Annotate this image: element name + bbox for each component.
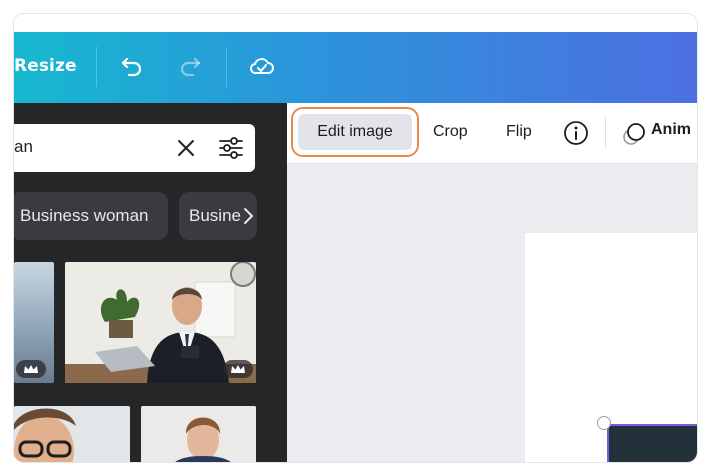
- suggestion-chip[interactable]: Busine: [179, 192, 257, 240]
- stock-photo[interactable]: [65, 262, 256, 383]
- header-divider: [96, 47, 97, 87]
- cloud-saved-icon: [249, 58, 274, 74]
- premium-badge: [16, 360, 46, 378]
- toolbar-divider: [605, 117, 606, 149]
- flip-button[interactable]: Flip: [506, 121, 532, 143]
- close-icon[interactable]: [176, 138, 196, 158]
- redo-button[interactable]: [174, 50, 206, 82]
- context-toolbar: Edit image Crop Flip Anim: [287, 103, 697, 164]
- man-glasses-photo: [14, 406, 130, 462]
- chevron-right-icon[interactable]: [241, 206, 257, 226]
- resize-button[interactable]: Resize: [14, 55, 77, 77]
- selected-image-element[interactable]: [607, 424, 697, 462]
- chip-label: Business woman: [20, 206, 149, 225]
- side-panel: an Business woman Busine: [14, 103, 287, 462]
- stock-photo[interactable]: [14, 406, 130, 462]
- redo-icon: [180, 57, 201, 77]
- undo-icon: [121, 57, 142, 77]
- animate-button[interactable]: Anim: [621, 117, 697, 149]
- stock-photo[interactable]: [14, 262, 54, 383]
- animate-label: Anim: [651, 121, 691, 138]
- info-icon[interactable]: [563, 120, 589, 146]
- header-divider: [226, 47, 227, 87]
- chip-label: Busine: [189, 206, 241, 225]
- app-window: Resize an Business woman Busine Edit ima…: [14, 14, 697, 462]
- edit-image-highlight: Edit image: [291, 107, 419, 157]
- crop-button[interactable]: Crop: [433, 121, 468, 143]
- save-status-button[interactable]: [246, 50, 278, 82]
- young-man-photo: [141, 406, 256, 462]
- premium-badge: [223, 360, 253, 378]
- design-canvas[interactable]: [287, 164, 697, 462]
- animate-icon: [623, 123, 645, 145]
- search-query: an: [14, 137, 33, 156]
- filter-sliders-icon[interactable]: [218, 136, 244, 160]
- undo-button[interactable]: [116, 50, 148, 82]
- stock-photo[interactable]: [141, 406, 256, 462]
- resize-handle[interactable]: [597, 416, 611, 430]
- search-input[interactable]: an: [14, 124, 255, 172]
- edit-image-button[interactable]: Edit image: [298, 114, 412, 150]
- crown-icon: [231, 364, 245, 373]
- edit-image-label: Edit image: [317, 123, 393, 140]
- crown-icon: [24, 364, 38, 373]
- top-spacer: [14, 14, 697, 32]
- suggestion-chip[interactable]: Business woman: [14, 192, 168, 240]
